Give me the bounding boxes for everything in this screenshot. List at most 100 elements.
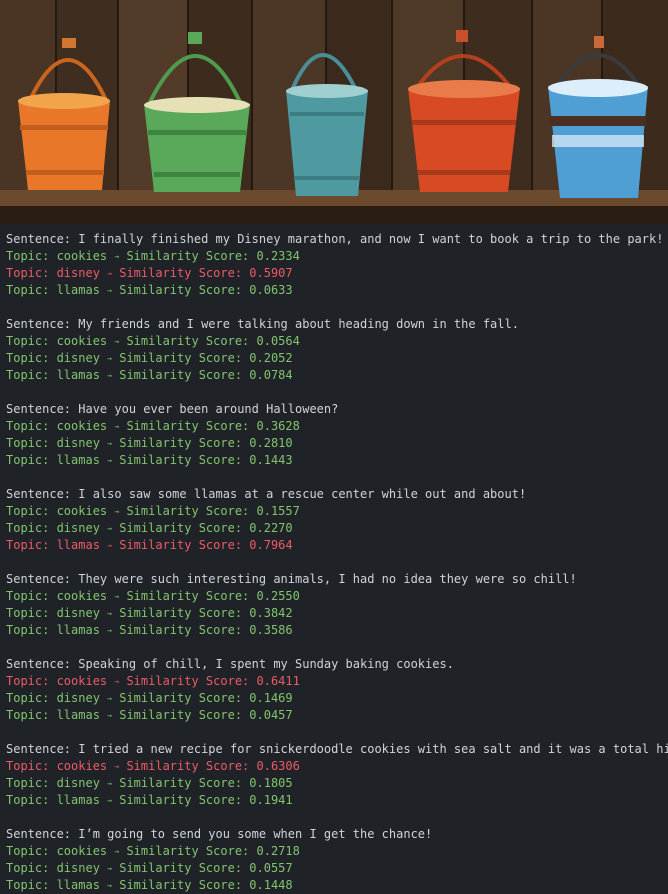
topic-name: disney <box>56 351 100 365</box>
similarity-score: 0.2718 <box>256 844 300 858</box>
topic-name: cookies <box>56 759 108 773</box>
topic-prefix: Topic: <box>6 334 57 348</box>
topic-prefix: Topic: <box>6 793 57 807</box>
sentence-line: Sentence: Have you ever been around Hall… <box>6 401 668 418</box>
score-prefix: Similarity Score: <box>119 674 257 688</box>
sentence-prefix: Sentence: <box>6 657 79 671</box>
buckets-illustration <box>0 0 668 224</box>
topic-prefix: Topic: <box>6 521 57 535</box>
topic-name: disney <box>56 691 100 705</box>
topic-name: llamas <box>56 878 100 892</box>
topic-name: disney <box>56 606 100 620</box>
output-block: Sentence: I finally finished my Disney m… <box>6 231 668 299</box>
sentence-text: I finally finished my Disney marathon, a… <box>78 232 664 246</box>
sentence-prefix: Sentence: <box>6 487 79 501</box>
topic-prefix: Topic: <box>6 776 57 790</box>
output-block: Sentence: I tried a new recipe for snick… <box>6 741 668 809</box>
score-prefix: Similarity Score: <box>119 589 257 603</box>
output-block: Sentence: Have you ever been around Hall… <box>6 401 668 469</box>
similarity-score: 0.0564 <box>256 334 300 348</box>
similarity-score: 0.2334 <box>256 249 300 263</box>
topic-name: disney <box>56 776 100 790</box>
topic-prefix: Topic: <box>6 708 57 722</box>
topic-name: llamas <box>56 368 100 382</box>
score-prefix: Similarity Score: <box>119 249 257 263</box>
topic-name: disney <box>56 521 100 535</box>
topic-prefix: Topic: <box>6 589 57 603</box>
similarity-score: 0.1443 <box>249 453 293 467</box>
sentence-line: Sentence: Speaking of chill, I spent my … <box>6 656 668 673</box>
score-prefix: Similarity Score: <box>112 436 250 450</box>
topic-prefix: Topic: <box>6 419 57 433</box>
sentence-prefix: Sentence: <box>6 572 79 586</box>
sentence-prefix: Sentence: <box>6 827 79 841</box>
topic-name: disney <box>56 436 100 450</box>
score-prefix: Similarity Score: <box>119 504 257 518</box>
similarity-score: 0.2550 <box>256 589 300 603</box>
topic-prefix: Topic: <box>6 606 57 620</box>
similarity-score: 0.1557 <box>256 504 300 518</box>
topic-line: Topic: llamas → Similarity Score: 0.1443 <box>6 452 668 469</box>
topic-line: Topic: cookies → Similarity Score: 0.271… <box>6 843 668 860</box>
topic-prefix: Topic: <box>6 453 57 467</box>
topic-name: llamas <box>56 623 100 637</box>
topic-line: Topic: disney → Similarity Score: 0.2270 <box>6 520 668 537</box>
score-prefix: Similarity Score: <box>112 453 250 467</box>
topic-name: cookies <box>56 504 108 518</box>
topic-prefix: Topic: <box>6 436 57 450</box>
topic-line-highlighted: Topic: cookies → Similarity Score: 0.630… <box>6 758 668 775</box>
topic-name: llamas <box>56 538 100 552</box>
topic-line-highlighted: Topic: llamas → Similarity Score: 0.7964 <box>6 537 668 554</box>
topic-line: Topic: disney → Similarity Score: 0.3842 <box>6 605 668 622</box>
topic-name: cookies <box>56 249 108 263</box>
score-prefix: Similarity Score: <box>112 351 250 365</box>
sentence-line: Sentence: I finally finished my Disney m… <box>6 231 668 248</box>
sentence-text: I’m going to send you some when I get th… <box>78 827 433 841</box>
sentence-prefix: Sentence: <box>6 317 79 331</box>
output-block: Sentence: Speaking of chill, I spent my … <box>6 656 668 724</box>
output-block: Sentence: I also saw some llamas at a re… <box>6 486 668 554</box>
topic-prefix: Topic: <box>6 368 57 382</box>
topic-prefix: Topic: <box>6 283 57 297</box>
topic-line: Topic: cookies → Similarity Score: 0.255… <box>6 588 668 605</box>
similarity-score: 0.6411 <box>256 674 300 688</box>
console-output: Sentence: I finally finished my Disney m… <box>0 224 668 894</box>
score-prefix: Similarity Score: <box>112 623 250 637</box>
sentence-prefix: Sentence: <box>6 232 79 246</box>
score-prefix: Similarity Score: <box>119 419 257 433</box>
sentence-line: Sentence: I’m going to send you some whe… <box>6 826 668 843</box>
score-prefix: Similarity Score: <box>112 606 250 620</box>
similarity-score: 0.0557 <box>249 861 293 875</box>
topic-prefix: Topic: <box>6 504 57 518</box>
sentence-text: I tried a new recipe for snickerdoodle c… <box>78 742 668 756</box>
similarity-score: 0.7964 <box>249 538 293 552</box>
topic-name: cookies <box>56 844 108 858</box>
topic-line: Topic: llamas → Similarity Score: 0.0784 <box>6 367 668 384</box>
similarity-score: 0.3628 <box>256 419 300 433</box>
score-prefix: Similarity Score: <box>112 538 250 552</box>
sentence-text: They were such interesting animals, I ha… <box>78 572 577 586</box>
topic-name: llamas <box>56 283 100 297</box>
topic-prefix: Topic: <box>6 623 57 637</box>
score-prefix: Similarity Score: <box>112 368 250 382</box>
score-prefix: Similarity Score: <box>119 844 257 858</box>
topic-line: Topic: disney → Similarity Score: 0.2052 <box>6 350 668 367</box>
topic-line: Topic: disney → Similarity Score: 0.0557 <box>6 860 668 877</box>
topic-prefix: Topic: <box>6 878 57 892</box>
topic-line: Topic: disney → Similarity Score: 0.1805 <box>6 775 668 792</box>
similarity-score: 0.0784 <box>249 368 293 382</box>
topic-line: Topic: llamas → Similarity Score: 0.0457 <box>6 707 668 724</box>
topic-prefix: Topic: <box>6 691 57 705</box>
similarity-score: 0.3586 <box>249 623 293 637</box>
similarity-score: 0.0633 <box>249 283 293 297</box>
topic-name: cookies <box>56 419 108 433</box>
topic-line: Topic: cookies → Similarity Score: 0.233… <box>6 248 668 265</box>
sentence-prefix: Sentence: <box>6 402 79 416</box>
output-block: Sentence: My friends and I were talking … <box>6 316 668 384</box>
similarity-score: 0.1941 <box>249 793 293 807</box>
topic-name: llamas <box>56 793 100 807</box>
topic-line: Topic: cookies → Similarity Score: 0.155… <box>6 503 668 520</box>
similarity-score: 0.1805 <box>249 776 293 790</box>
topic-line: Topic: llamas → Similarity Score: 0.0633 <box>6 282 668 299</box>
sentence-line: Sentence: I also saw some llamas at a re… <box>6 486 668 503</box>
